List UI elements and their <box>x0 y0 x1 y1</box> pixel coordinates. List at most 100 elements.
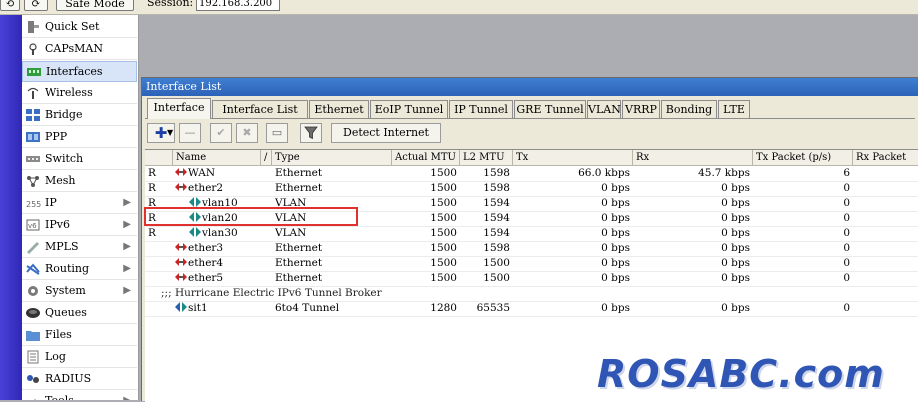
tab-vrrp[interactable]: VRRP <box>622 100 660 118</box>
cell-tx: 0 bps <box>601 182 630 194</box>
column-header-tx-packet-p-s-[interactable]: Tx Packet (p/s) <box>753 150 853 166</box>
cell-rxp <box>853 301 918 316</box>
column-header-rx[interactable]: Rx <box>633 150 753 166</box>
sidebar-item-tools[interactable]: Tools ▶ <box>22 391 137 400</box>
cell-name: WAN <box>175 166 272 181</box>
window-title[interactable]: Interface List <box>142 78 918 96</box>
safe-mode-button[interactable]: Safe Mode <box>56 0 134 11</box>
comment-button[interactable]: ▭ <box>266 123 288 143</box>
bridge-icon <box>25 108 41 122</box>
cell-flag: R <box>148 197 156 209</box>
check-icon: ✔ <box>216 126 226 139</box>
tab-ip-tunnel[interactable]: IP Tunnel <box>449 100 513 118</box>
svg-text:255: 255 <box>26 200 41 209</box>
cell-mtu: 1500 <box>430 257 457 269</box>
cell-rxp <box>853 166 918 181</box>
chevron-down-icon[interactable]: ▼ <box>167 124 173 142</box>
table-row[interactable]: ether4 Ethernet 1500 1500 0 bps 0 bps 0 <box>145 256 918 272</box>
table-row[interactable]: ether3 Ethernet 1500 1598 0 bps 0 bps 0 <box>145 241 918 257</box>
column-header-l2-mtu[interactable]: L2 MTU <box>460 150 513 166</box>
sidebar-item-ipv6[interactable]: v6 IPv6 ▶ <box>22 215 137 236</box>
column-header-actual-mtu[interactable]: Actual MTU <box>392 150 460 166</box>
sidebar-item-capsman[interactable]: CAPsMAN <box>22 39 137 60</box>
wireless-icon <box>25 86 41 100</box>
sidebar-item-mpls[interactable]: MPLS ▶ <box>22 237 137 258</box>
table-row[interactable]: sit1 6to4 Tunnel 1280 65535 0 bps 0 bps 0 <box>145 301 918 317</box>
table-row[interactable]: Rvlan30 VLAN 1500 1594 0 bps 0 bps 0 <box>145 226 918 242</box>
column-header-rx-packet[interactable]: Rx Packet <box>853 150 918 166</box>
tab-bonding[interactable]: Bonding <box>661 100 717 118</box>
comment-row[interactable]: ;;; Hurricane Electric IPv6 Tunnel Broke… <box>145 286 918 302</box>
table-row[interactable]: Rvlan20 VLAN 1500 1594 0 bps 0 bps 0 <box>145 211 918 227</box>
cell-txp: 6 <box>843 167 850 179</box>
add-button[interactable]: ✚ ▼ <box>147 123 175 143</box>
cell-type: Ethernet <box>275 272 323 284</box>
tunnel-icon <box>175 302 188 314</box>
sidebar-item-files[interactable]: Files <box>22 325 137 346</box>
sidebar-item-bridge[interactable]: Bridge <box>22 105 137 126</box>
enable-button[interactable]: ✔ <box>210 123 232 143</box>
column-header-type[interactable]: Type <box>272 150 392 166</box>
cell-rxp <box>853 256 918 271</box>
session-address-field[interactable]: 192.168.3.200 <box>196 0 280 11</box>
cell-tx: 0 bps <box>601 257 630 269</box>
table-row[interactable]: Rvlan10 VLAN 1500 1594 0 bps 0 bps 0 <box>145 196 918 212</box>
quick-set-icon <box>25 20 41 34</box>
remove-button[interactable]: — <box>179 123 201 143</box>
cell-name: vlan20 <box>189 211 272 226</box>
sidebar-item-radius[interactable]: RADIUS <box>22 369 137 390</box>
sidebar-item-interfaces[interactable]: Interfaces <box>22 61 137 82</box>
cell-name: ether3 <box>175 241 272 256</box>
tab-ethernet[interactable]: Ethernet <box>309 100 369 118</box>
sidebar-item-label: Quick Set <box>45 20 100 33</box>
tab-gre-tunnel[interactable]: GRE Tunnel <box>514 100 586 118</box>
cell-flag: R <box>148 167 156 179</box>
cell-rxp <box>853 196 918 211</box>
column-header-tx[interactable]: Tx <box>513 150 633 166</box>
sidebar-item-ppp[interactable]: PPP <box>22 127 137 148</box>
cell-rx: 0 bps <box>721 257 750 269</box>
sidebar-item-mesh[interactable]: Mesh <box>22 171 137 192</box>
cell-tx: 66.0 kbps <box>578 167 630 179</box>
cell-rx: 0 bps <box>721 272 750 284</box>
table-row[interactable]: R WAN Ethernet 1500 1598 66.0 kbps 45.7 kbps 6 <box>145 166 918 182</box>
column-header-flags[interactable] <box>145 150 173 166</box>
column-header--[interactable]: / <box>261 150 272 166</box>
sidebar-item-label: Tools <box>45 391 74 400</box>
sidebar-item-routing[interactable]: Routing ▶ <box>22 259 137 280</box>
sidebar-item-system[interactable]: System ▶ <box>22 281 137 302</box>
log-icon <box>25 350 41 364</box>
cell-name: ether4 <box>175 256 272 271</box>
sidebar-item-wireless[interactable]: Wireless <box>22 83 137 104</box>
sidebar-item-quick-set[interactable]: Quick Set <box>22 17 137 38</box>
tab-eoip-tunnel[interactable]: EoIP Tunnel <box>370 100 448 118</box>
cell-type: Ethernet <box>275 257 323 269</box>
vlan-icon <box>189 227 202 239</box>
cell-tx: 0 bps <box>601 272 630 284</box>
interfaces-icon <box>26 65 42 79</box>
sidebar-item-log[interactable]: Log <box>22 347 137 368</box>
filter-button[interactable] <box>300 123 322 143</box>
sidebar-item-ip[interactable]: 255 IP ▶ <box>22 193 137 214</box>
system-icon <box>25 284 41 298</box>
redo-button[interactable]: ⟳ <box>24 0 48 11</box>
tab-interface[interactable]: Interface <box>147 98 211 119</box>
sidebar-item-label: Interfaces <box>46 65 103 78</box>
cell-type: Ethernet <box>275 182 323 194</box>
sidebar-item-queues[interactable]: Queues <box>22 303 137 324</box>
undo-button[interactable]: ⟲ <box>0 0 20 11</box>
sidebar-item-switch[interactable]: Switch <box>22 149 137 170</box>
table-row[interactable]: Rether2 Ethernet 1500 1598 0 bps 0 bps 0 <box>145 181 918 197</box>
column-header-name[interactable]: Name <box>173 150 261 166</box>
tab-lte[interactable]: LTE <box>718 100 750 118</box>
capsman-icon <box>25 42 41 56</box>
ethernet-icon <box>175 257 188 269</box>
table-row[interactable]: ether5 Ethernet 1500 1500 0 bps 0 bps 0 <box>145 271 918 287</box>
cell-mtu: 1500 <box>430 272 457 284</box>
tab-interface-list[interactable]: Interface List <box>212 100 308 118</box>
cell-txp: 0 <box>843 302 850 314</box>
disable-button[interactable]: ✖ <box>236 123 258 143</box>
row-comment: ;;; Hurricane Electric IPv6 Tunnel Broke… <box>161 287 382 299</box>
detect-internet-button[interactable]: Detect Internet <box>331 123 441 143</box>
tab-vlan[interactable]: VLAN <box>587 100 621 118</box>
